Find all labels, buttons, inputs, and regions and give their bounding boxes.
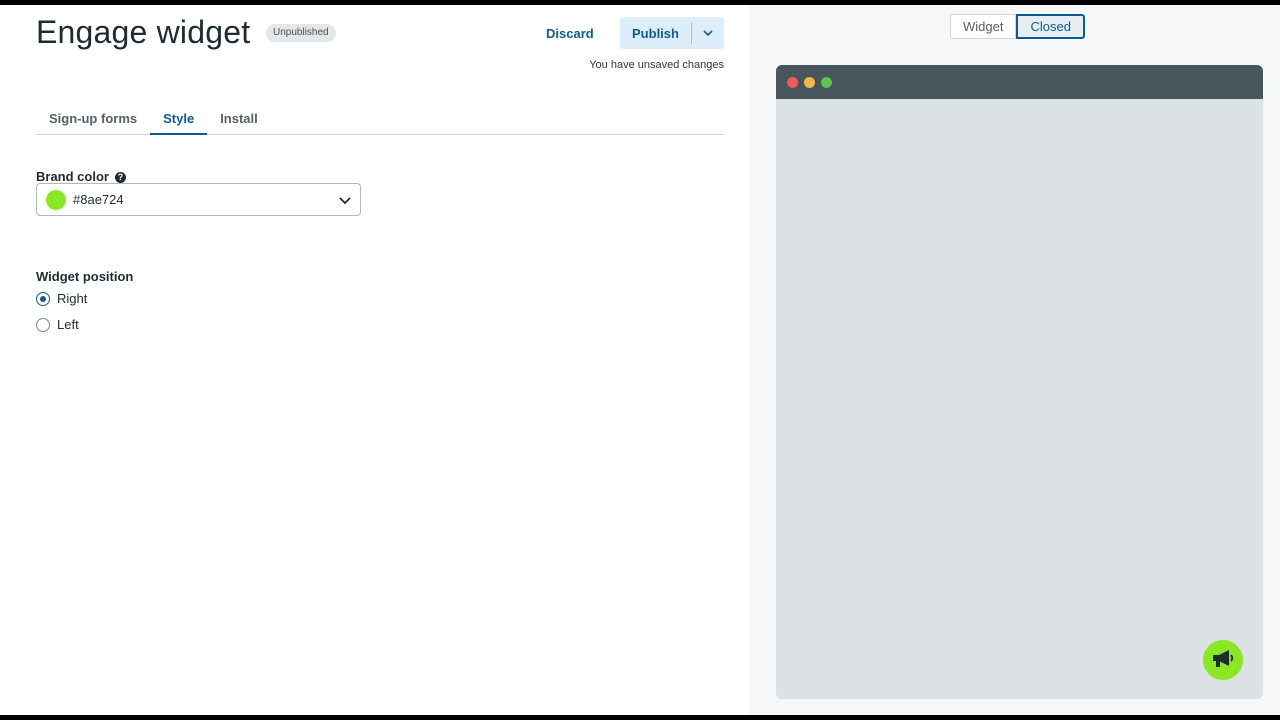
discard-button[interactable]: Discard bbox=[536, 17, 604, 49]
position-right-option[interactable]: Right bbox=[36, 291, 87, 306]
radio-right[interactable] bbox=[36, 291, 50, 306]
tab-style[interactable]: Style bbox=[150, 103, 208, 135]
app-frame: Engage widget Unpublished Discard Publis… bbox=[0, 5, 1280, 715]
radio-right-label: Right bbox=[57, 291, 88, 306]
brand-color-select[interactable]: #8ae724 bbox=[36, 183, 361, 216]
widget-position-label: Widget position bbox=[36, 269, 134, 284]
tab-sign-up-forms[interactable]: Sign-up forms bbox=[36, 103, 150, 134]
radio-left[interactable] bbox=[36, 317, 50, 332]
question-circle-icon[interactable]: ? bbox=[114, 172, 126, 183]
color-swatch bbox=[46, 189, 66, 210]
publish-button[interactable]: Publish bbox=[620, 17, 691, 49]
brand-color-value: #8ae724 bbox=[73, 192, 124, 207]
brand-color-label-text: Brand color bbox=[36, 169, 109, 184]
page-title: Engage widget bbox=[36, 14, 251, 50]
radio-left-label: Left bbox=[57, 317, 79, 332]
unsaved-changes-text: You have unsaved changes bbox=[589, 59, 724, 71]
maximize-dot bbox=[821, 76, 832, 88]
settings-panel: Engage widget Unpublished Discard Publis… bbox=[0, 5, 750, 715]
window-title-bar bbox=[776, 65, 1263, 99]
chevron-down-icon[interactable] bbox=[692, 17, 724, 49]
toggle-closed[interactable]: Closed bbox=[1016, 14, 1085, 39]
browser-preview-window bbox=[776, 65, 1263, 699]
megaphone-icon bbox=[1210, 647, 1236, 674]
close-dot bbox=[787, 76, 798, 88]
preview-view-toggle: Widget Closed bbox=[950, 14, 1085, 39]
widget-launcher-button[interactable] bbox=[1203, 640, 1243, 680]
position-left-option[interactable]: Left bbox=[36, 317, 79, 332]
tab-bar: Sign-up forms Style Install bbox=[36, 103, 724, 135]
preview-panel: Widget Closed bbox=[750, 5, 1280, 715]
brand-color-label: Brand color? bbox=[36, 169, 126, 184]
tab-install[interactable]: Install bbox=[207, 103, 271, 134]
status-badge: Unpublished bbox=[266, 24, 336, 42]
toggle-widget[interactable]: Widget bbox=[950, 14, 1017, 39]
chevron-down-icon bbox=[330, 193, 360, 207]
minimize-dot bbox=[804, 76, 815, 88]
publish-split-button: Publish bbox=[620, 17, 724, 49]
